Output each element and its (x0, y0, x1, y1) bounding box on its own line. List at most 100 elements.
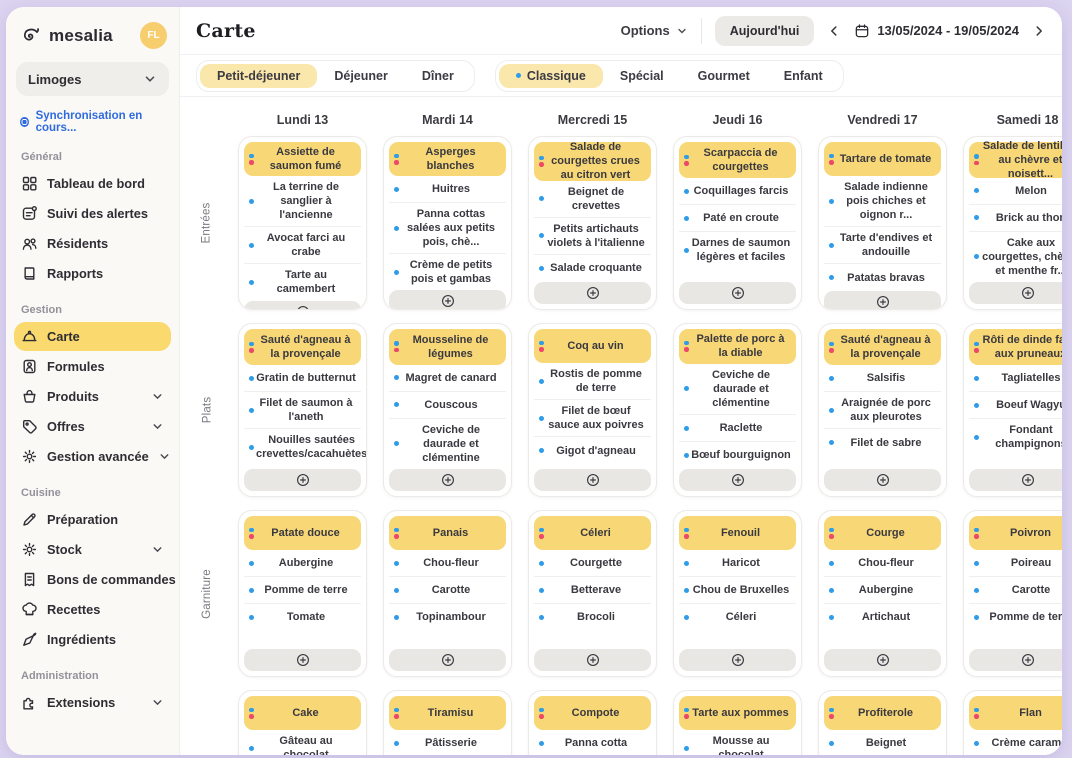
add-item-button[interactable] (969, 469, 1062, 491)
menu-item[interactable]: Artichaut (824, 604, 941, 631)
menu-item[interactable]: Chou de Bruxelles (679, 577, 796, 604)
menu-item[interactable]: Filet de saumon à l'aneth (244, 392, 361, 429)
add-item-button[interactable] (824, 469, 941, 491)
add-item-button[interactable] (824, 291, 941, 310)
featured-menu-item[interactable]: Tiramisu (389, 696, 506, 730)
add-item-button[interactable] (244, 301, 361, 310)
sidebar-item-offres[interactable]: Offres (14, 412, 171, 441)
menu-item[interactable]: Courgette (534, 550, 651, 577)
sidebar-item-extensions[interactable]: Extensions (14, 688, 171, 717)
sidebar-item-produits[interactable]: Produits (14, 382, 171, 411)
menu-item[interactable]: Pâtisserie (389, 730, 506, 755)
featured-menu-item[interactable]: Sauté d'agneau à la provençale (824, 329, 941, 365)
menu-item[interactable]: Panna cotta (534, 730, 651, 755)
tab-enfant[interactable]: Enfant (767, 64, 840, 88)
menu-item[interactable]: Carotte (969, 577, 1062, 604)
sidebar-item-rapports[interactable]: Rapports (14, 259, 171, 288)
menu-item[interactable]: Gâteau au chocolat (244, 730, 361, 755)
menu-item[interactable]: Aubergine (824, 577, 941, 604)
sidebar-item-stock[interactable]: Stock (14, 535, 171, 564)
today-button[interactable]: Aujourd'hui (715, 16, 815, 46)
featured-menu-item[interactable]: Rôti de dinde farci aux pruneaux (969, 329, 1062, 365)
menu-item[interactable]: Filet de bœuf sauce aux poivres (534, 400, 651, 437)
menu-item[interactable]: Chou-fleur (389, 550, 506, 577)
menu-item[interactable]: Cake aux courgettes, chèvre et menthe fr… (969, 232, 1062, 282)
menu-item[interactable]: Boeuf Wagyu (969, 392, 1062, 419)
menu-item[interactable]: Petits artichauts violets à l'italienne (534, 218, 651, 255)
menu-item[interactable]: Beignet (824, 730, 941, 755)
add-item-button[interactable] (534, 469, 651, 491)
add-item-button[interactable] (389, 649, 506, 671)
menu-item[interactable]: Haricot (679, 550, 796, 577)
add-item-button[interactable] (244, 649, 361, 671)
sidebar-item-recettes[interactable]: Recettes (14, 595, 171, 624)
featured-menu-item[interactable]: Compote (534, 696, 651, 730)
featured-menu-item[interactable]: Tarte aux pommes (679, 696, 796, 730)
sidebar-item-formules[interactable]: Formules (14, 352, 171, 381)
menu-item[interactable]: La terrine de sanglier à l'ancienne (244, 176, 361, 227)
menu-item[interactable]: Tomate (244, 604, 361, 631)
menu-item[interactable]: Rostis de pomme de terre (534, 363, 651, 400)
avatar[interactable]: FL (140, 22, 167, 49)
menu-item[interactable]: Aubergine (244, 550, 361, 577)
add-item-button[interactable] (534, 282, 651, 304)
tab-dejeuner[interactable]: Déjeuner (317, 64, 405, 88)
featured-menu-item[interactable]: Mousseline de légumes (389, 329, 506, 365)
sidebar-item-suivi-des-alertes[interactable]: Suivi des alertes (14, 199, 171, 228)
menu-item[interactable]: Raclette (679, 415, 796, 442)
previous-week-button[interactable] (827, 24, 841, 38)
featured-menu-item[interactable]: Coq au vin (534, 329, 651, 363)
featured-menu-item[interactable]: Flan (969, 696, 1062, 730)
tab-petit-dejeuner[interactable]: Petit-déjeuner (200, 64, 317, 88)
menu-item[interactable]: Magret de canard (389, 365, 506, 392)
menu-item[interactable]: Betterave (534, 577, 651, 604)
options-button[interactable]: Options (621, 23, 688, 38)
menu-item[interactable]: Melon (969, 178, 1062, 205)
featured-menu-item[interactable]: Asperges blanches (389, 142, 506, 176)
add-item-button[interactable] (244, 469, 361, 491)
add-item-button[interactable] (389, 290, 506, 310)
menu-item[interactable]: Filet de sabre (824, 429, 941, 456)
featured-menu-item[interactable]: Patate douce (244, 516, 361, 550)
sidebar-item-ingredients[interactable]: Ingrédients (14, 625, 171, 654)
featured-menu-item[interactable]: Fenouil (679, 516, 796, 550)
add-item-button[interactable] (969, 649, 1062, 671)
featured-menu-item[interactable]: Courge (824, 516, 941, 550)
add-item-button[interactable] (679, 649, 796, 671)
menu-item[interactable]: Brick au thon (969, 205, 1062, 232)
menu-item[interactable]: Gigot d'agneau (534, 437, 651, 464)
featured-menu-item[interactable]: Profiterole (824, 696, 941, 730)
menu-item[interactable]: Céleri (679, 604, 796, 631)
featured-menu-item[interactable]: Scarpaccia de courgettes (679, 142, 796, 178)
add-item-button[interactable] (389, 469, 506, 491)
menu-item[interactable]: Gratin de butternut (244, 365, 361, 392)
menu-item[interactable]: Pomme de terre (244, 577, 361, 604)
featured-menu-item[interactable]: Salade de lentilles au chèvre et noisett… (969, 142, 1062, 178)
menu-item[interactable]: Crème de petits pois et gambas (389, 254, 506, 290)
sidebar-item-gestion-avancee[interactable]: Gestion avancée (14, 442, 171, 471)
featured-menu-item[interactable]: Sauté d'agneau à la provençale (244, 329, 361, 365)
add-item-button[interactable] (969, 282, 1062, 304)
sidebar-item-tableau-de-bord[interactable]: Tableau de bord (14, 169, 171, 198)
menu-item[interactable]: Tarte d'endives et andouille (824, 227, 941, 264)
menu-item[interactable]: Poireau (969, 550, 1062, 577)
featured-menu-item[interactable]: Tartare de tomate (824, 142, 941, 176)
sidebar-item-bons-de-commandes[interactable]: Bons de commandes (14, 565, 171, 594)
menu-item[interactable]: Ceviche de daurade et clémentine (679, 364, 796, 415)
sidebar-item-carte[interactable]: Carte (14, 322, 171, 351)
menu-item[interactable]: Avocat farci au crabe (244, 227, 361, 264)
sidebar-item-residents[interactable]: Résidents (14, 229, 171, 258)
menu-item[interactable]: Darnes de saumon légères et faciles (679, 232, 796, 268)
menu-item[interactable]: Nouilles sautées crevettes/cacahuètes (244, 429, 361, 465)
menu-item[interactable]: Mousse au chocolat (679, 730, 796, 755)
menu-item[interactable]: Panna cottas salées aux petits pois, chè… (389, 203, 506, 254)
menu-item[interactable]: Couscous (389, 392, 506, 419)
location-select[interactable]: Limoges (16, 62, 169, 96)
featured-menu-item[interactable]: Cake (244, 696, 361, 730)
next-week-button[interactable] (1032, 24, 1046, 38)
add-item-button[interactable] (824, 649, 941, 671)
menu-item[interactable]: Salade indienne pois chiches et oignon r… (824, 176, 941, 227)
tab-special[interactable]: Spécial (603, 64, 681, 88)
tab-gourmet[interactable]: Gourmet (681, 64, 767, 88)
add-item-button[interactable] (679, 469, 796, 491)
